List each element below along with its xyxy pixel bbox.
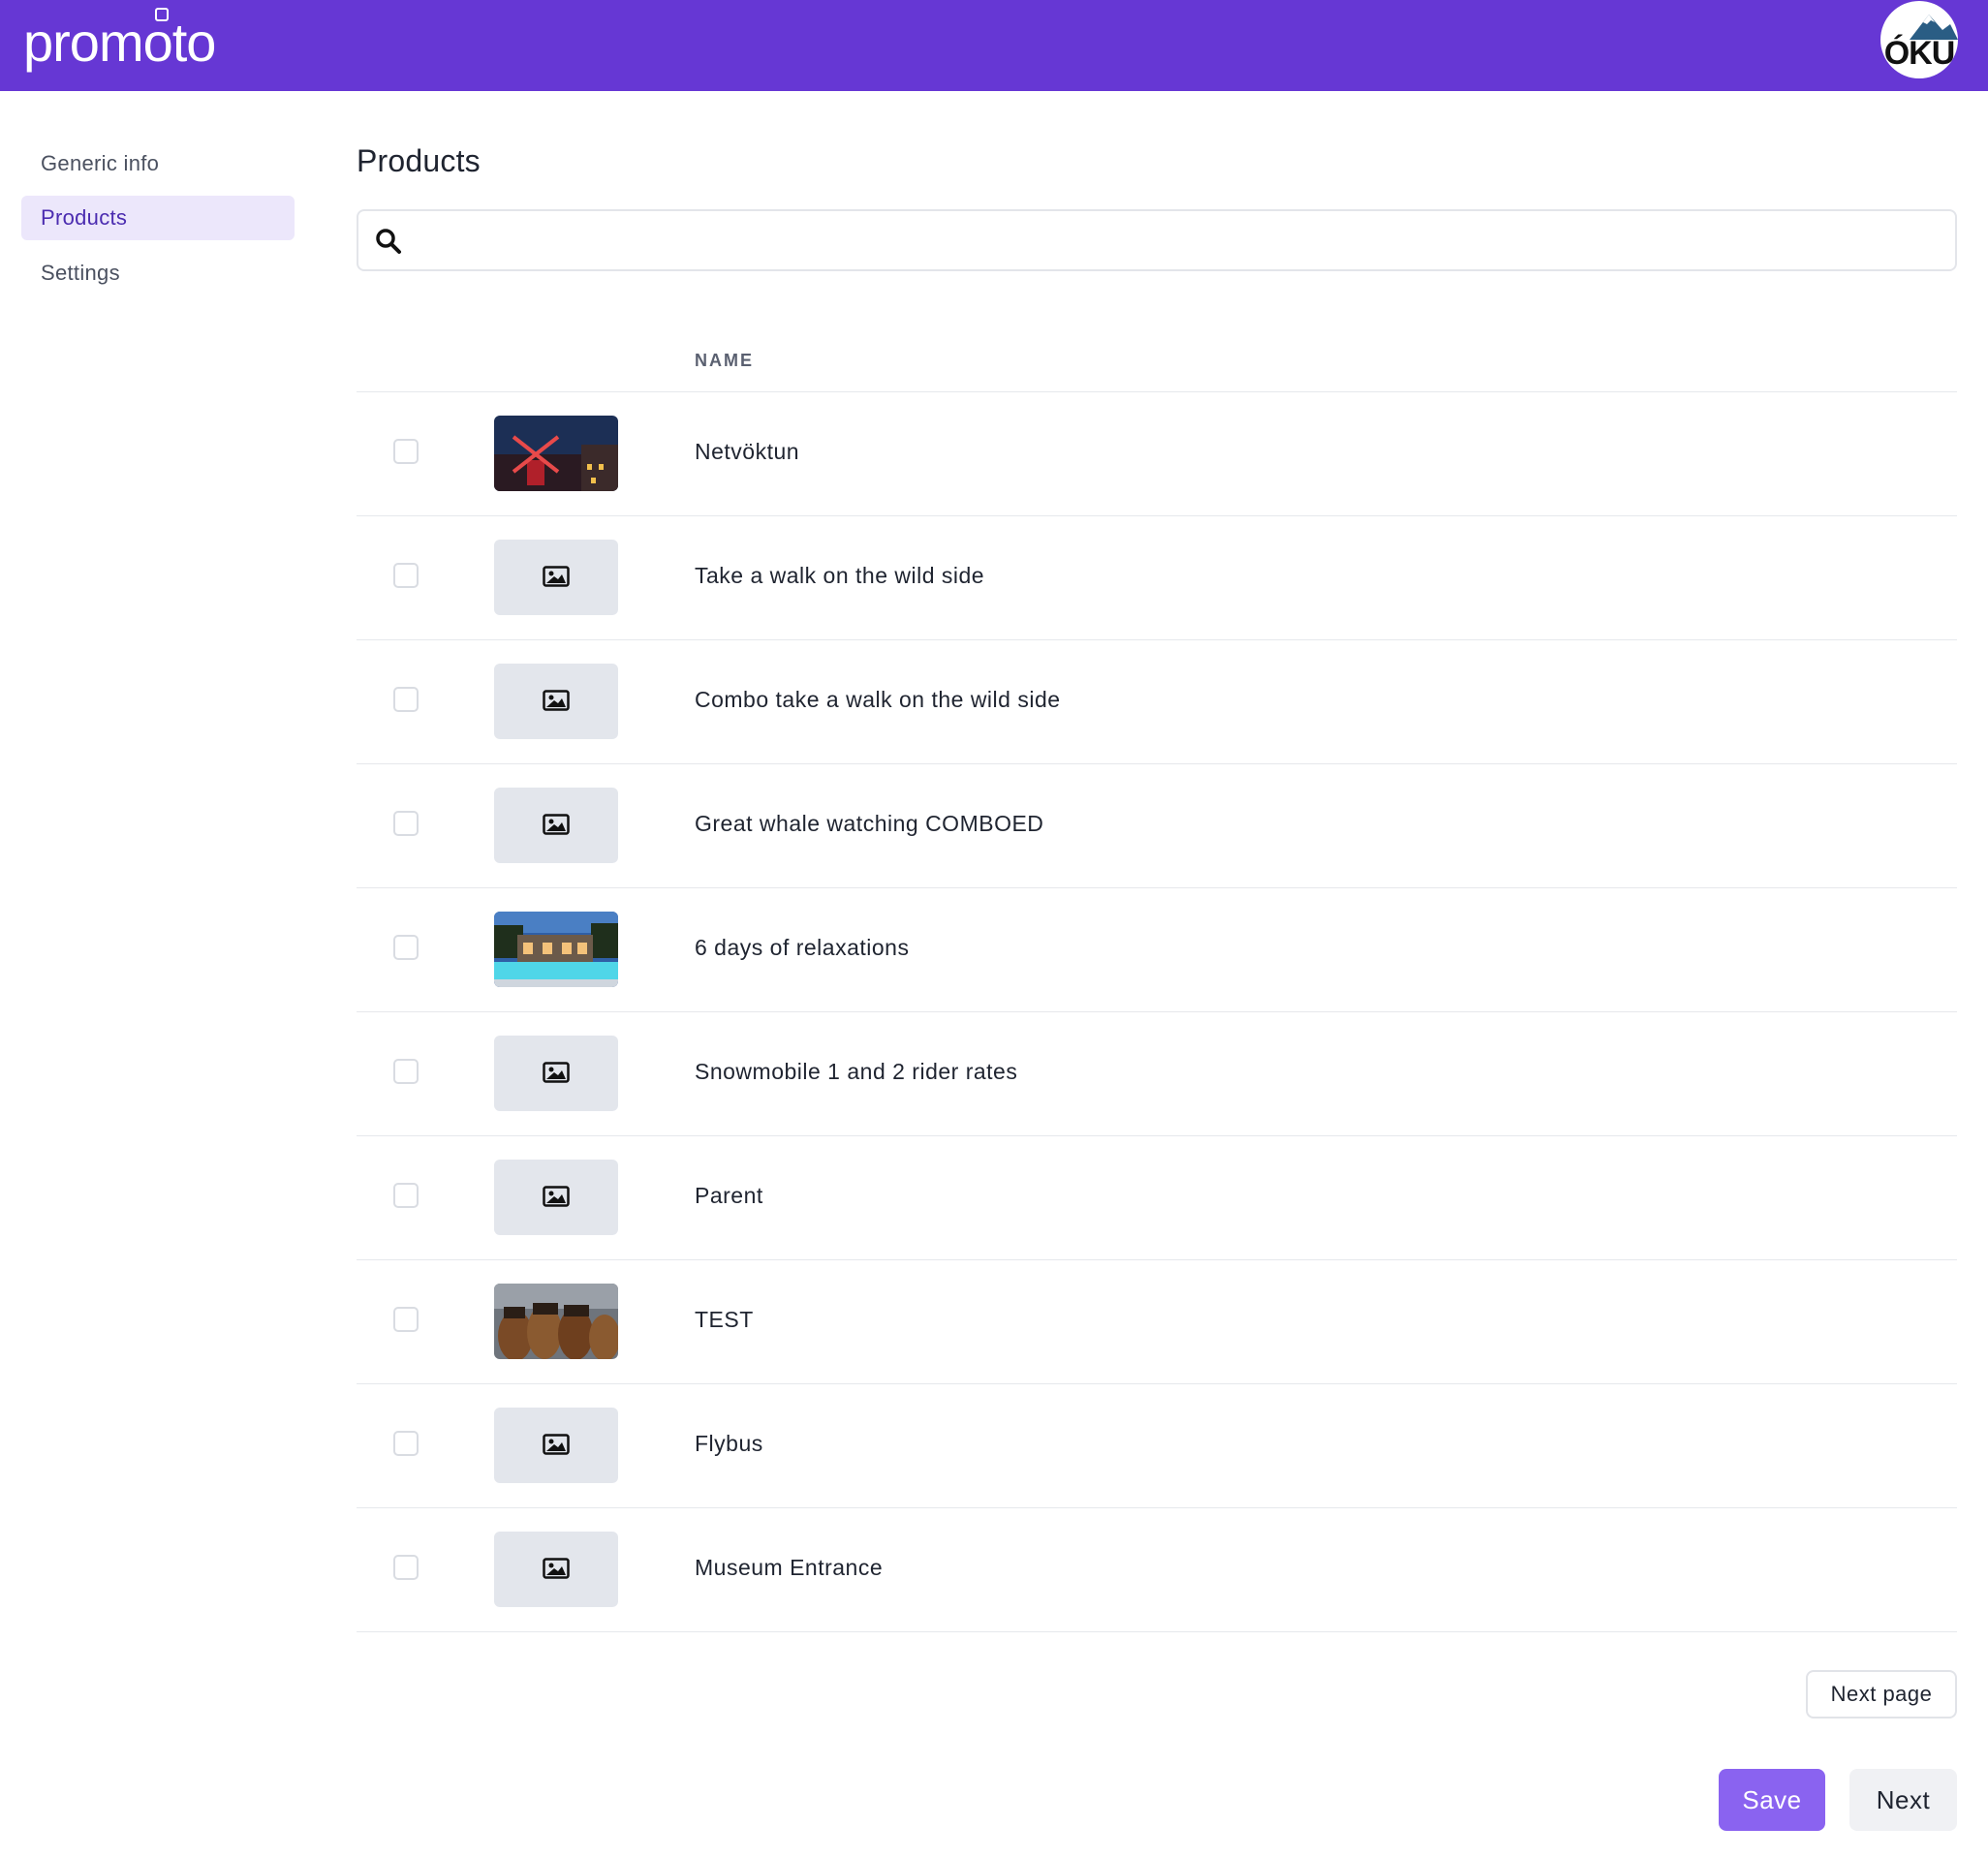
placeholder-image-icon	[543, 566, 570, 587]
row-checkbox[interactable]	[393, 439, 419, 464]
search-box[interactable]	[357, 209, 1957, 271]
product-name[interactable]: TEST	[695, 1307, 754, 1333]
column-header-name[interactable]: NAME	[695, 351, 754, 371]
row-checkbox[interactable]	[393, 935, 419, 960]
sidebar-item-label: Products	[41, 205, 128, 230]
product-name[interactable]: Netvöktun	[695, 439, 799, 465]
table-row[interactable]: Great whale watching COMBOED	[357, 764, 1957, 888]
product-thumbnail[interactable]	[494, 540, 618, 615]
table-row[interactable]: Parent	[357, 1136, 1957, 1260]
product-thumbnail[interactable]	[494, 1160, 618, 1235]
table-row[interactable]: 6 days of relaxations	[357, 888, 1957, 1012]
placeholder-image-icon	[543, 1434, 570, 1455]
row-checkbox[interactable]	[393, 1555, 419, 1580]
product-name[interactable]: Take a walk on the wild side	[695, 563, 984, 589]
table-row[interactable]: Museum Entrance	[357, 1508, 1957, 1632]
row-checkbox[interactable]	[393, 563, 419, 588]
product-thumbnail[interactable]	[494, 1408, 618, 1483]
product-thumbnail[interactable]	[494, 912, 618, 987]
next-button[interactable]: Next	[1849, 1769, 1957, 1831]
product-name[interactable]: Great whale watching COMBOED	[695, 811, 1043, 837]
sidebar-item-products[interactable]: Products	[21, 196, 295, 240]
placeholder-image-icon	[543, 1062, 570, 1083]
row-checkbox[interactable]	[393, 1431, 419, 1456]
pool-photo	[494, 912, 618, 987]
placeholder-image-icon	[543, 690, 570, 711]
row-checkbox[interactable]	[393, 1183, 419, 1208]
sidebar-item-settings[interactable]: Settings	[21, 251, 295, 295]
next-page-button[interactable]: Next page	[1806, 1670, 1957, 1719]
sidebar-item-label: Generic info	[41, 151, 160, 175]
save-button[interactable]: Save	[1719, 1769, 1825, 1831]
sidebar-item-label: Settings	[41, 261, 120, 285]
brand-logo[interactable]: promoto	[23, 14, 216, 72]
product-thumbnail[interactable]	[494, 416, 618, 491]
table-row[interactable]: Take a walk on the wild side	[357, 516, 1957, 640]
row-checkbox[interactable]	[393, 811, 419, 836]
product-thumbnail[interactable]	[494, 1532, 618, 1607]
table-row[interactable]: Netvöktun	[357, 392, 1957, 516]
row-checkbox[interactable]	[393, 1059, 419, 1084]
product-thumbnail[interactable]	[494, 788, 618, 863]
avatar-text: ÓKU	[1883, 35, 1956, 72]
product-thumbnail[interactable]	[494, 1036, 618, 1111]
product-name[interactable]: Combo take a walk on the wild side	[695, 687, 1061, 713]
placeholder-image-icon	[543, 814, 570, 835]
horses-photo	[494, 1284, 618, 1359]
table-row[interactable]: Flybus	[357, 1384, 1957, 1508]
sidebar-item-generic-info[interactable]: Generic info	[21, 141, 295, 186]
table-row[interactable]: Snowmobile 1 and 2 rider rates	[357, 1012, 1957, 1136]
row-checkbox[interactable]	[393, 687, 419, 712]
search-input[interactable]	[417, 217, 1938, 263]
row-checkbox[interactable]	[393, 1307, 419, 1332]
product-name[interactable]: Parent	[695, 1183, 763, 1209]
product-name[interactable]: Snowmobile 1 and 2 rider rates	[695, 1059, 1017, 1085]
top-bar: promoto ÓKU	[0, 0, 1988, 91]
search-icon	[376, 229, 401, 254]
brand-mark-icon	[155, 8, 169, 21]
product-thumbnail[interactable]	[494, 1284, 618, 1359]
product-name[interactable]: 6 days of relaxations	[695, 935, 909, 961]
table-row[interactable]: Combo take a walk on the wild side	[357, 640, 1957, 764]
table-row[interactable]: TEST	[357, 1260, 1957, 1384]
product-name[interactable]: Museum Entrance	[695, 1555, 883, 1581]
windmill-photo	[494, 416, 618, 491]
placeholder-image-icon	[543, 1186, 570, 1207]
placeholder-image-icon	[543, 1558, 570, 1579]
product-name[interactable]: Flybus	[695, 1431, 763, 1457]
product-thumbnail[interactable]	[494, 664, 618, 739]
avatar[interactable]: ÓKU	[1880, 1, 1958, 78]
page-title: Products	[357, 143, 481, 178]
